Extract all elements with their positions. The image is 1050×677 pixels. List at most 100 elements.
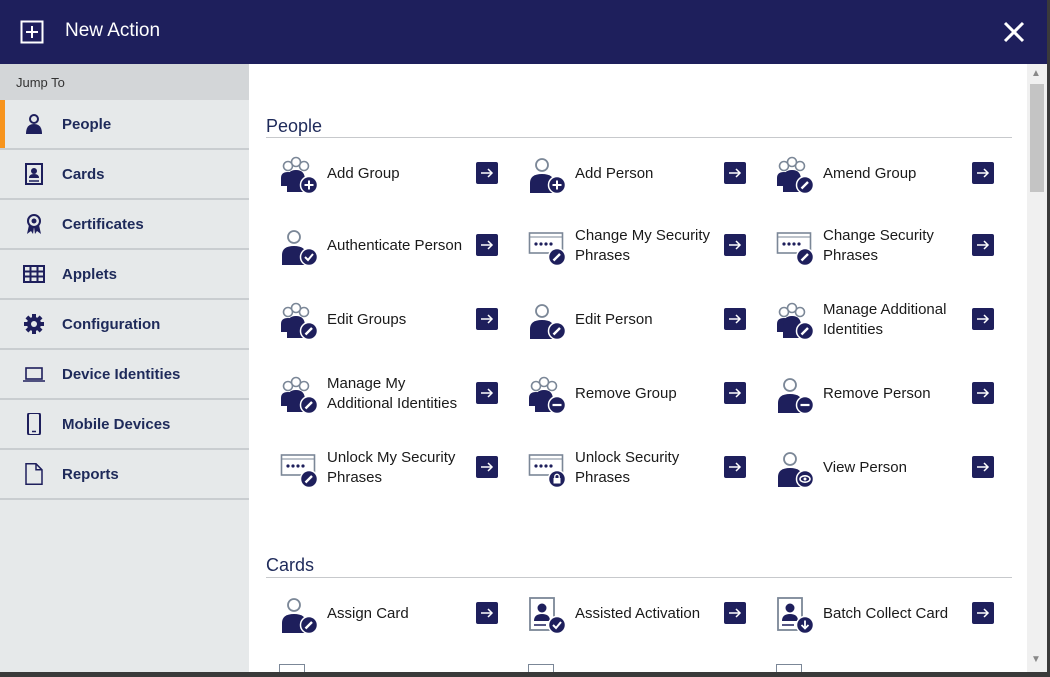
- sidebar-item-label: Applets: [62, 266, 118, 283]
- sidebar-item-reports[interactable]: Reports: [0, 450, 249, 500]
- person-edit-icon: [528, 302, 567, 341]
- action-assign-card[interactable]: Assign Card: [266, 589, 506, 639]
- person-check-icon: [280, 228, 319, 267]
- action-label: Unlock My Security Phrases: [327, 449, 456, 486]
- action-add-person[interactable]: Add Person: [514, 149, 754, 199]
- action-unlock-my-security-phrases[interactable]: Unlock My Security Phrases: [266, 443, 506, 493]
- action-unlock-security-phrases[interactable]: Unlock Security Phrases: [514, 443, 754, 493]
- group-edit-icon: [776, 302, 815, 341]
- arrow-right-icon[interactable]: [724, 456, 746, 478]
- grid-icon: [23, 265, 45, 283]
- action-remove-person[interactable]: Remove Person: [762, 369, 1002, 419]
- action-amend-group[interactable]: Amend Group: [762, 149, 1002, 199]
- action-label: View Person: [823, 459, 907, 476]
- person-add-icon: [528, 156, 567, 195]
- add-box-icon: [20, 20, 44, 44]
- action-remove-group[interactable]: Remove Group: [514, 369, 754, 419]
- phrase-edit-icon: [528, 228, 567, 267]
- section-divider: [266, 137, 1012, 138]
- action-label: Manage Additional Identities: [823, 301, 947, 338]
- sidebar-item-applets[interactable]: Applets: [0, 250, 249, 300]
- dialog-title: New Action: [65, 20, 161, 41]
- scrollbar-thumb[interactable]: [1030, 84, 1044, 192]
- group-add-icon: [280, 156, 319, 195]
- action-label: Edit Person: [575, 311, 653, 328]
- action-label: Add Group: [327, 165, 400, 182]
- scroll-down-icon[interactable]: ▼: [1031, 654, 1041, 665]
- title-bar: New Action: [0, 0, 1047, 64]
- action-label: Remove Group: [575, 385, 677, 402]
- sidebar-item-label: Cards: [62, 166, 105, 183]
- sidebar-item-mobile-devices[interactable]: Mobile Devices: [0, 400, 249, 450]
- group-edit-icon: [280, 302, 319, 341]
- sidebar-item-label: People: [62, 116, 112, 133]
- arrow-right-icon[interactable]: [724, 382, 746, 404]
- arrow-right-icon[interactable]: [476, 162, 498, 184]
- person-icon: [26, 114, 42, 134]
- arrow-right-icon[interactable]: [476, 456, 498, 478]
- document-icon: [25, 463, 43, 485]
- action-batch-collect-card[interactable]: Batch Collect Card: [762, 589, 1002, 639]
- arrow-right-icon[interactable]: [724, 234, 746, 256]
- partially-visible-row: [279, 664, 1005, 672]
- action-edit-groups[interactable]: Edit Groups: [266, 295, 506, 345]
- action-label: Batch Collect Card: [823, 605, 949, 622]
- section-title-cards: Cards: [266, 555, 315, 575]
- action-assisted-activation[interactable]: Assisted Activation: [514, 589, 754, 639]
- section-divider: [266, 577, 1012, 578]
- action-change-security-phrases[interactable]: Change Security Phrases: [762, 221, 1002, 271]
- laptop-icon: [23, 367, 45, 382]
- arrow-right-icon[interactable]: [972, 456, 994, 478]
- action-manage-additional-identities[interactable]: Manage Additional Identities: [762, 295, 1002, 345]
- sidebar-item-label: Configuration: [62, 316, 161, 333]
- action-edit-person[interactable]: Edit Person: [514, 295, 754, 345]
- action-label: Edit Groups: [327, 311, 407, 328]
- action-label: Manage My Additional Identities: [327, 375, 458, 412]
- action-label: Authenticate Person: [327, 237, 463, 254]
- arrow-right-icon[interactable]: [972, 602, 994, 624]
- sidebar-item-people[interactable]: People: [0, 100, 249, 150]
- phrase-edit-icon: [776, 228, 815, 267]
- action-label: Amend Group: [823, 165, 917, 182]
- action-add-group[interactable]: Add Group: [266, 149, 506, 199]
- arrow-right-icon[interactable]: [972, 382, 994, 404]
- sidebar-item-device-identities[interactable]: Device Identities: [0, 350, 249, 400]
- sidebar-item-label: Reports: [62, 466, 119, 483]
- action-view-person[interactable]: View Person: [762, 443, 1002, 493]
- jump-to-sidebar: Jump To People Cards Certificates Applet…: [0, 64, 249, 672]
- person-edit-icon: [280, 596, 319, 635]
- scroll-up-icon[interactable]: ▲: [1031, 68, 1041, 79]
- new-action-dialog: New Action Jump To People Cards Certific…: [0, 0, 1047, 672]
- group-edit-icon: [776, 156, 815, 195]
- phrase-lock-icon: [528, 450, 567, 489]
- arrow-right-icon[interactable]: [972, 162, 994, 184]
- arrow-right-icon[interactable]: [724, 162, 746, 184]
- sidebar-item-label: Device Identities: [62, 366, 181, 383]
- arrow-right-icon[interactable]: [476, 602, 498, 624]
- person-remove-icon: [776, 376, 815, 415]
- action-label: Assisted Activation: [575, 605, 701, 622]
- arrow-right-icon[interactable]: [724, 602, 746, 624]
- action-manage-my-additional-identities[interactable]: Manage My Additional Identities: [266, 369, 506, 419]
- action-label: Add Person: [575, 165, 654, 182]
- action-label: Unlock Security Phrases: [575, 449, 680, 486]
- arrow-right-icon[interactable]: [724, 308, 746, 330]
- arrow-right-icon[interactable]: [476, 234, 498, 256]
- gear-icon: [24, 314, 44, 334]
- sidebar-item-configuration[interactable]: Configuration: [0, 300, 249, 350]
- sidebar-item-certificates[interactable]: Certificates: [0, 200, 249, 250]
- phrase-edit-icon: [280, 450, 319, 489]
- close-icon[interactable]: [998, 16, 1030, 48]
- arrow-right-icon[interactable]: [476, 382, 498, 404]
- ribbon-icon: [27, 214, 41, 234]
- action-authenticate-person[interactable]: Authenticate Person: [266, 221, 506, 271]
- arrow-right-icon[interactable]: [972, 234, 994, 256]
- arrow-right-icon[interactable]: [972, 308, 994, 330]
- section-title-people: People: [266, 116, 323, 136]
- sidebar-item-cards[interactable]: Cards: [0, 150, 249, 200]
- arrow-right-icon[interactable]: [476, 308, 498, 330]
- vertical-scrollbar[interactable]: ▲ ▼: [1027, 64, 1047, 672]
- card-check-icon: [528, 596, 567, 635]
- action-label: Remove Person: [823, 385, 931, 402]
- action-change-my-security-phrases[interactable]: Change My Security Phrases: [514, 221, 754, 271]
